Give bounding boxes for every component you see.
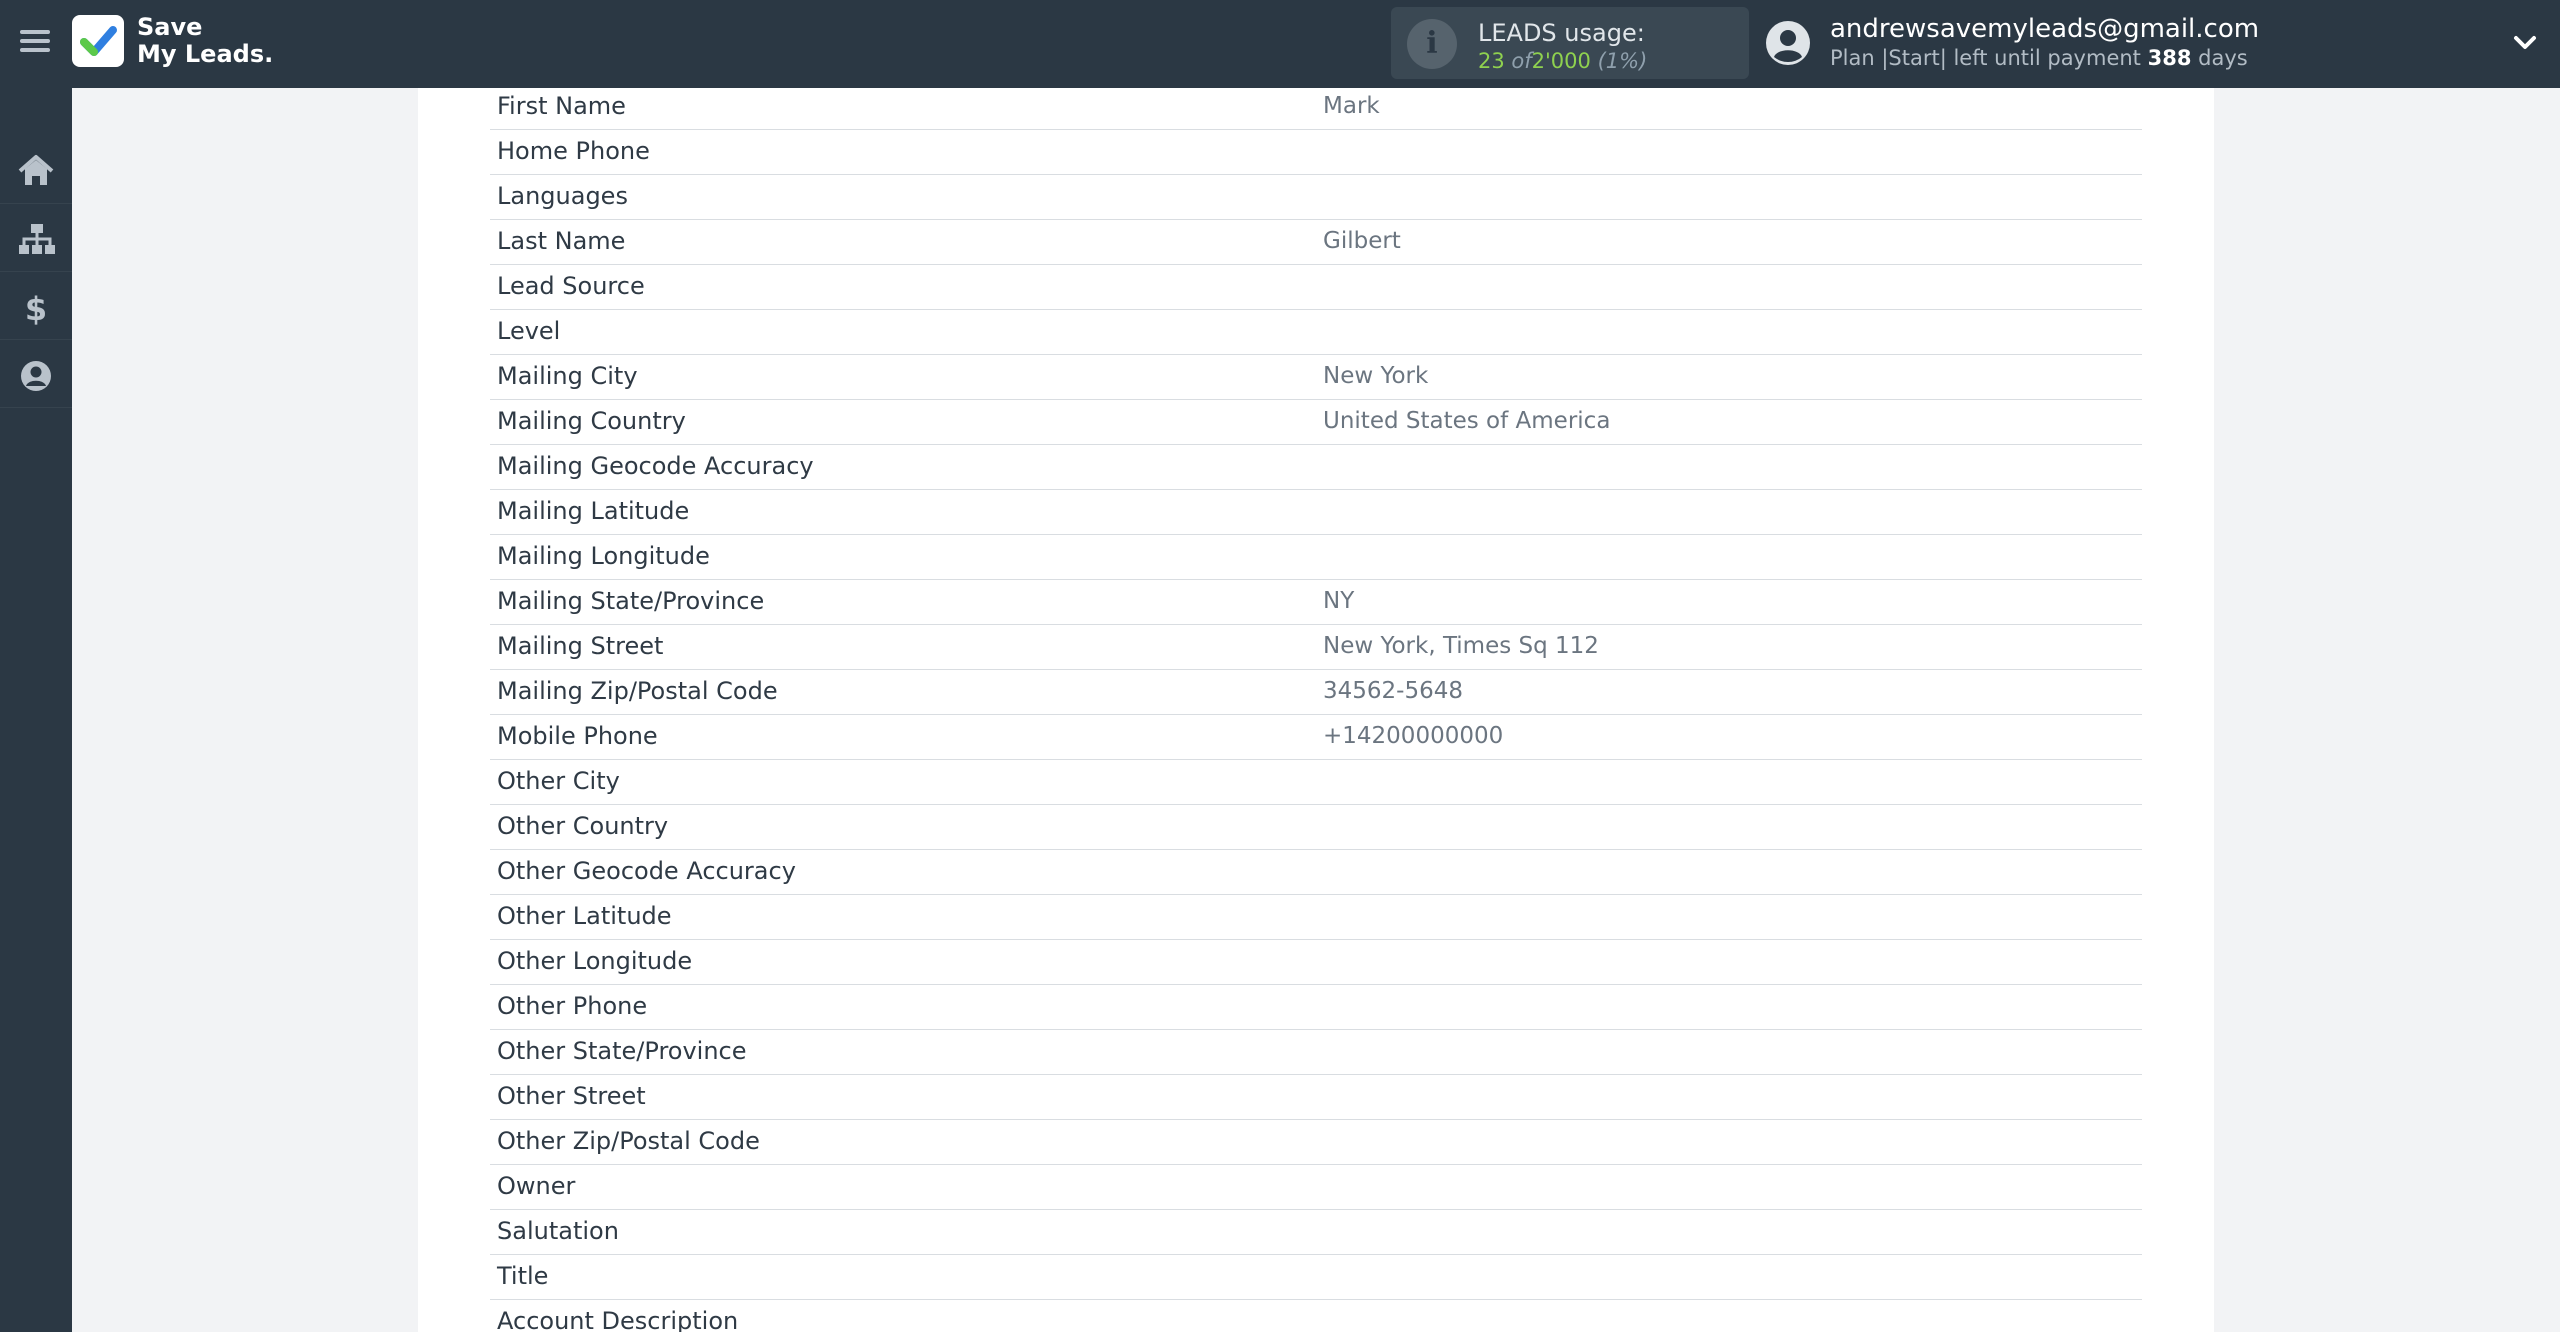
field-name: Mailing Latitude (497, 497, 690, 525)
table-row: Mailing Zip/Postal Code 34562-5648 (490, 670, 2142, 715)
table-row: Mailing Country United States of America (490, 400, 2142, 445)
table-row: Mobile Phone +14200000000 (490, 715, 2142, 760)
field-name: Mailing Street (497, 632, 664, 660)
field-value: New York, Times Sq 112 (1323, 633, 1599, 659)
table-row: Mailing Longitude (490, 535, 2142, 580)
days-label: days (2198, 46, 2248, 70)
table-row: First Name Mark (490, 88, 2142, 130)
table-row: Other Latitude (490, 895, 2142, 940)
field-value: +14200000000 (1323, 723, 1504, 749)
field-value: United States of America (1323, 408, 1611, 434)
sidebar: $ (0, 88, 72, 1332)
user-email[interactable]: andrewsavemyleads@gmail.com (1830, 14, 2259, 44)
table-row: Mailing Street New York, Times Sq 112 (490, 625, 2142, 670)
field-name: Mailing Longitude (497, 542, 710, 570)
field-name: Other Phone (497, 992, 648, 1020)
field-name: Other Longitude (497, 947, 693, 975)
field-name: Languages (497, 182, 628, 210)
field-name: Account Description (497, 1307, 739, 1332)
table-row: Title (490, 1255, 2142, 1300)
info-icon: i (1407, 19, 1457, 69)
table-row: Other Geocode Accuracy (490, 850, 2142, 895)
table-row: Salutation (490, 1210, 2142, 1255)
table-row: Owner (490, 1165, 2142, 1210)
menu-icon[interactable] (16, 26, 54, 60)
field-name: Salutation (497, 1217, 619, 1245)
svg-text:$: $ (25, 290, 47, 326)
field-name: Owner (497, 1172, 576, 1200)
logo-text[interactable]: Save My Leads. (137, 14, 273, 68)
field-name: First Name (497, 92, 626, 120)
usage-used: 23 (1478, 49, 1505, 73)
home-icon (18, 155, 54, 185)
table-row: Other State/Province (490, 1030, 2142, 1075)
plan-prefix: Plan |Start| left until payment (1830, 46, 2141, 70)
table-row: Other Zip/Postal Code (490, 1120, 2142, 1165)
field-name: Other Country (497, 812, 669, 840)
days-count: 388 (2147, 46, 2192, 70)
top-bar: Save My Leads. i LEADS usage: 23 of2'000… (0, 0, 2560, 88)
field-name: Other State/Province (497, 1037, 747, 1065)
table-row: Home Phone (490, 130, 2142, 175)
field-value: Gilbert (1323, 228, 1401, 254)
field-name: Mailing State/Province (497, 587, 765, 615)
table-row: Mailing City New York (490, 355, 2142, 400)
user-circle-icon (21, 361, 51, 391)
sidebar-item-billing[interactable]: $ (0, 272, 72, 340)
table-row: Languages (490, 175, 2142, 220)
field-value: 34562-5648 (1323, 678, 1463, 704)
field-value: NY (1323, 588, 1355, 614)
field-name: Last Name (497, 227, 626, 255)
field-value: New York (1323, 363, 1429, 389)
dollar-icon: $ (25, 290, 47, 326)
table-row: Other Country (490, 805, 2142, 850)
leads-usage-box: i LEADS usage: 23 of2'000 (1%) (1391, 7, 1749, 79)
field-name: Level (497, 317, 561, 345)
field-name: Other Zip/Postal Code (497, 1127, 760, 1155)
field-name: Mobile Phone (497, 722, 658, 750)
table-row: Mailing Geocode Accuracy (490, 445, 2142, 490)
usage-percent: (1%) (1597, 49, 1648, 73)
usage-title: LEADS usage: (1478, 19, 1645, 47)
table-row: Mailing State/Province NY (490, 580, 2142, 625)
field-value: Mark (1323, 93, 1380, 119)
logo-icon[interactable] (72, 15, 124, 67)
table-row: Other Phone (490, 985, 2142, 1030)
field-name: Mailing City (497, 362, 638, 390)
field-name: Mailing Geocode Accuracy (497, 452, 814, 480)
table-row: Other City (490, 760, 2142, 805)
field-name: Other Geocode Accuracy (497, 857, 796, 885)
user-plan: Plan |Start| left until payment 388 days (1830, 46, 2248, 70)
field-name: Title (497, 1262, 549, 1290)
sidebar-item-home[interactable] (0, 136, 72, 204)
table-row: Level (490, 310, 2142, 355)
table-row: Other Longitude (490, 940, 2142, 985)
field-name: Other Street (497, 1082, 646, 1110)
usage-value: 23 of2'000 (1%) (1478, 49, 1647, 73)
sitemap-icon (19, 224, 55, 254)
usage-of: of (1511, 49, 1532, 73)
logo-line1: Save (137, 13, 203, 41)
field-name: Mailing Zip/Postal Code (497, 677, 778, 705)
chevron-down-icon[interactable] (2510, 28, 2540, 58)
usage-total: 2'000 (1531, 49, 1591, 73)
field-name: Lead Source (497, 272, 645, 300)
table-row: Mailing Latitude (490, 490, 2142, 535)
sidebar-item-connections[interactable] (0, 204, 72, 272)
table-row: Account Description (490, 1300, 2142, 1332)
main-panel: First Name Mark Home Phone Languages Last Na… (418, 88, 2214, 1332)
fields-table: First Name Mark Home Phone Languages Last Na… (490, 88, 2142, 1332)
user-avatar-icon[interactable] (1765, 20, 1811, 66)
sidebar-item-account[interactable] (0, 340, 72, 408)
field-name: Home Phone (497, 137, 650, 165)
table-row: Other Street (490, 1075, 2142, 1120)
field-name: Other City (497, 767, 620, 795)
field-name: Other Latitude (497, 902, 672, 930)
table-row: Last Name Gilbert (490, 220, 2142, 265)
logo-line2: My Leads. (137, 40, 274, 68)
table-row: Lead Source (490, 265, 2142, 310)
field-name: Mailing Country (497, 407, 686, 435)
